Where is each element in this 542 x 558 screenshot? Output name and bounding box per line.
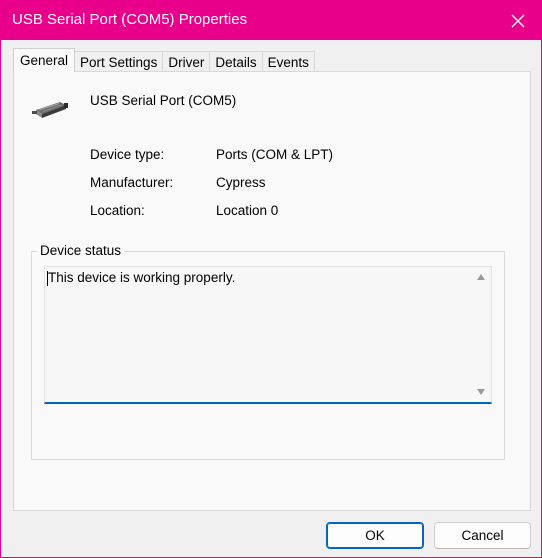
location-label: Location: [90,203,145,218]
manufacturer-label: Manufacturer: [90,175,174,190]
device-name: USB Serial Port (COM5) [90,93,237,108]
manufacturer-value: Cypress [216,175,266,190]
tab-strip: General Port Settings Driver Details Eve… [13,48,315,72]
properties-dialog: USB Serial Port (COM5) Properties Genera… [0,0,542,558]
triangle-down-icon [477,389,485,395]
device-type-label: Device type: [90,147,165,162]
device-status-label: Device status [37,243,125,258]
device-type-value: Ports (COM & LPT) [216,147,334,162]
status-scrollbar[interactable] [473,268,489,401]
scroll-up-button[interactable] [473,269,489,285]
device-status-group: Device status This device is working pro… [31,243,505,460]
tab-port-settings[interactable]: Port Settings [74,51,164,72]
close-icon [511,14,525,27]
tab-driver[interactable]: Driver [162,51,211,72]
serial-port-connector-icon [32,102,68,118]
triangle-up-icon [477,274,485,280]
device-status-textbox[interactable]: This device is working properly. [44,266,492,404]
device-status-text: This device is working properly. [48,270,236,285]
tab-details[interactable]: Details [209,51,263,72]
tab-events[interactable]: Events [261,51,315,72]
tab-general[interactable]: General [13,48,76,72]
cancel-button[interactable]: Cancel [434,522,531,549]
window-title: USB Serial Port (COM5) Properties [12,11,248,28]
title-bar[interactable]: USB Serial Port (COM5) Properties [1,1,541,40]
scroll-down-button[interactable] [473,384,489,400]
close-button[interactable] [495,1,541,40]
location-value: Location 0 [216,203,279,218]
ok-button[interactable]: OK [326,522,424,549]
general-tab-panel: USB Serial Port (COM5) Device type: Port… [13,71,531,511]
